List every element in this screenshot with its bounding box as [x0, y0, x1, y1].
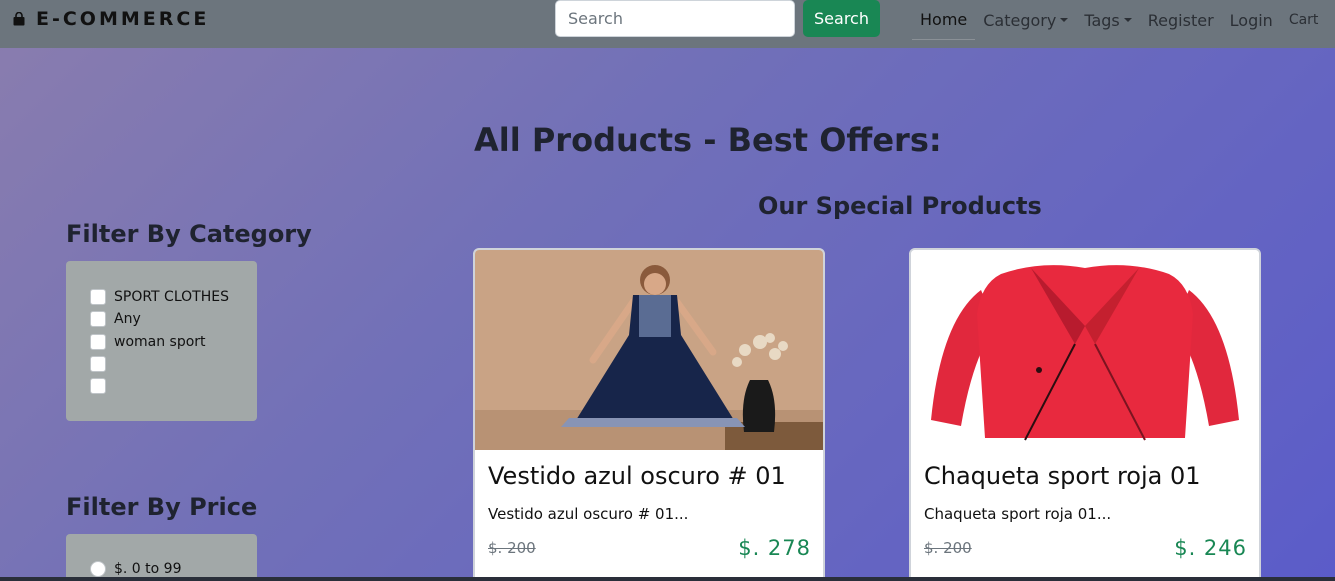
bottom-edge — [0, 577, 1335, 581]
product-description: Vestido azul oscuro # 01... — [488, 505, 689, 523]
product-name[interactable]: Vestido azul oscuro # 01 — [488, 462, 786, 490]
category-option[interactable]: SPORT CLOTHES — [90, 288, 229, 306]
product-old-price: $. 200 — [488, 539, 536, 557]
top-navbar: E-COMMERCE Search Home Category Tags Reg… — [0, 0, 1335, 48]
nav-register[interactable]: Register — [1140, 0, 1222, 40]
product-image-dress[interactable] — [475, 250, 823, 450]
category-option[interactable]: Any — [90, 310, 141, 328]
search-button[interactable]: Search — [803, 0, 880, 37]
category-checkbox[interactable] — [90, 356, 106, 372]
search-input[interactable] — [555, 0, 795, 37]
product-old-price: $. 200 — [924, 539, 972, 557]
nav-tags-dropdown[interactable]: Tags — [1076, 0, 1139, 40]
price-option[interactable]: $. 0 to 99 — [90, 560, 181, 578]
nav-category-label: Category — [983, 10, 1057, 30]
shopping-bag-icon — [13, 12, 25, 26]
price-label: $. 0 to 99 — [114, 561, 182, 577]
page-title: All Products - Best Offers: — [474, 121, 942, 159]
category-filter-panel: SPORT CLOTHES Any woman sport — [66, 261, 257, 421]
nav-tags-label: Tags — [1084, 10, 1120, 30]
price-filter-panel: $. 0 to 99 — [66, 534, 257, 581]
category-label: woman sport — [114, 334, 206, 350]
nav-category-dropdown[interactable]: Category — [975, 0, 1076, 40]
category-checkbox[interactable] — [90, 289, 106, 305]
brand[interactable]: E-COMMERCE — [12, 8, 209, 30]
product-description: Chaqueta sport roja 01... — [924, 505, 1112, 523]
nav-cart[interactable]: Cart — [1281, 0, 1327, 40]
product-card[interactable]: Chaqueta sport roja 01 Chaqueta sport ro… — [909, 248, 1261, 581]
category-checkbox[interactable] — [90, 334, 106, 350]
nav-links: Home Category Tags Register Login Cart — [912, 0, 1326, 40]
caret-down-icon — [1060, 18, 1069, 22]
product-card[interactable]: Vestido azul oscuro # 01 Vestido azul os… — [473, 248, 825, 581]
category-option[interactable] — [90, 355, 114, 373]
filter-price-title: Filter By Price — [66, 493, 258, 521]
product-image-jacket[interactable] — [911, 250, 1259, 450]
product-name[interactable]: Chaqueta sport roja 01 — [924, 462, 1201, 490]
category-option[interactable] — [90, 377, 114, 395]
category-label: SPORT CLOTHES — [114, 289, 229, 305]
brand-name: E-COMMERCE — [36, 8, 210, 30]
nav-login[interactable]: Login — [1222, 0, 1281, 40]
category-checkbox[interactable] — [90, 378, 106, 394]
product-price: $. 278 — [738, 536, 811, 560]
category-option[interactable]: woman sport — [90, 333, 206, 351]
category-checkbox[interactable] — [90, 311, 106, 327]
filter-category-title: Filter By Category — [66, 220, 312, 248]
caret-down-icon — [1123, 18, 1132, 22]
nav-home[interactable]: Home — [912, 0, 976, 40]
category-label: Any — [114, 311, 141, 327]
price-radio[interactable] — [90, 561, 106, 577]
special-products-title: Our Special Products — [758, 192, 1042, 220]
product-price: $. 246 — [1174, 536, 1247, 560]
